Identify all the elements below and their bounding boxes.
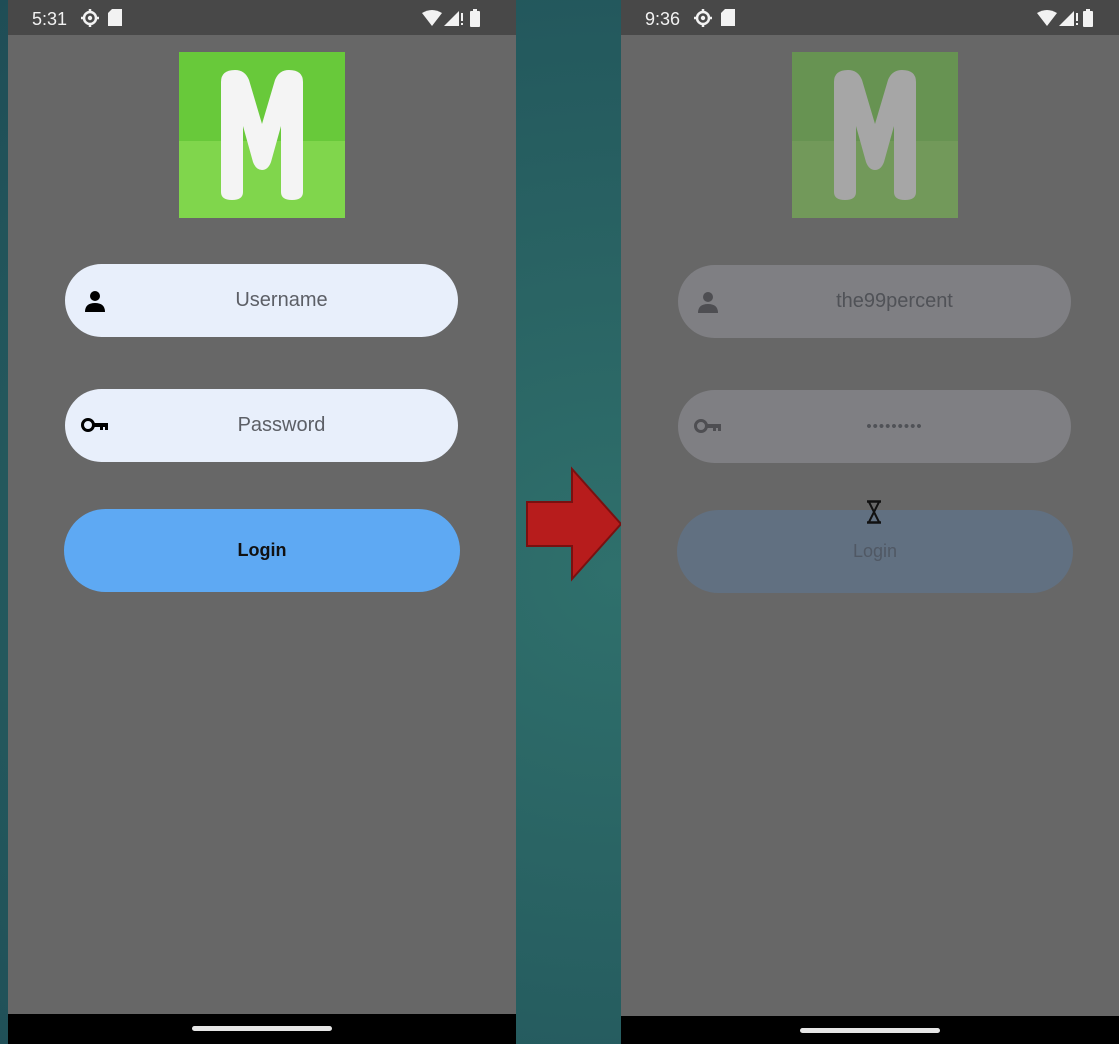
app-logo xyxy=(792,52,958,218)
battery-icon xyxy=(470,9,480,32)
navigation-bar xyxy=(621,1016,1119,1044)
app-logo xyxy=(179,52,345,218)
sd-card-icon xyxy=(721,9,735,31)
settings-gear-icon xyxy=(80,8,100,33)
status-time: 9:36 xyxy=(645,9,681,29)
status-bar: 5:31 xyxy=(8,0,516,35)
sd-card-icon xyxy=(108,9,122,31)
status-time: 5:31 xyxy=(32,9,68,29)
username-placeholder: Username xyxy=(235,289,328,311)
navigation-bar xyxy=(8,1014,516,1044)
password-field[interactable]: ••••••••• xyxy=(678,390,1071,463)
home-gesture-handle[interactable] xyxy=(800,1028,940,1033)
username-value: the99percent xyxy=(836,290,953,312)
cell-signal-icon xyxy=(444,9,466,31)
cell-signal-icon xyxy=(1059,9,1081,31)
hourglass-icon xyxy=(866,500,882,529)
person-icon xyxy=(83,290,107,317)
login-screen-after: 9:36 the99percent ••••••••• Login xyxy=(621,0,1119,1044)
key-icon xyxy=(81,417,109,438)
person-icon xyxy=(696,291,720,318)
status-bar: 9:36 xyxy=(621,0,1119,35)
transition-arrow-icon xyxy=(524,466,624,587)
key-icon xyxy=(694,418,722,439)
wifi-icon xyxy=(422,10,442,31)
password-masked-value: ••••••••• xyxy=(866,418,923,435)
settings-gear-icon xyxy=(693,8,713,33)
password-placeholder: Password xyxy=(237,414,326,436)
battery-icon xyxy=(1083,9,1093,32)
username-field[interactable]: the99percent xyxy=(678,265,1071,338)
login-button[interactable]: Login xyxy=(64,509,460,592)
wifi-icon xyxy=(1037,10,1057,31)
username-field[interactable]: Username xyxy=(65,264,458,337)
login-screen-before: 5:31 Username Password Login xyxy=(8,0,516,1044)
home-gesture-handle[interactable] xyxy=(192,1026,332,1031)
password-field[interactable]: Password xyxy=(65,389,458,462)
